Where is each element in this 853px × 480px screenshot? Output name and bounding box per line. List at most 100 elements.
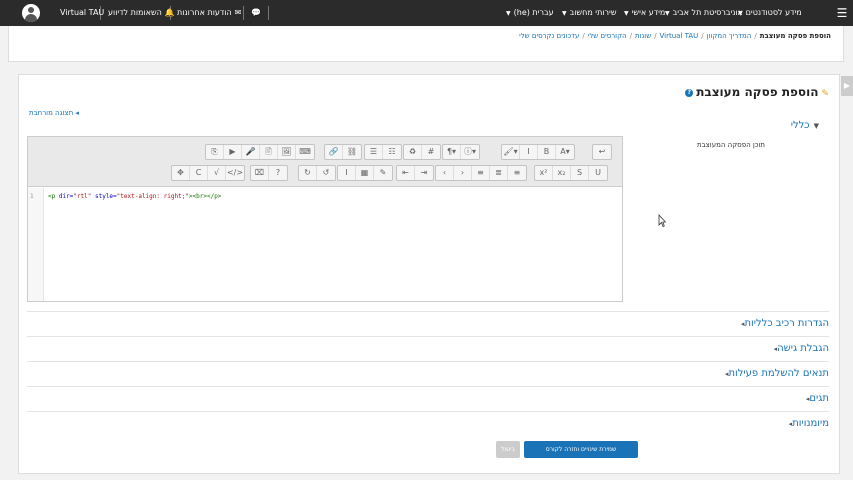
toolbar-button[interactable]: ▶: [224, 145, 242, 159]
chat-icon[interactable]: 💬: [251, 8, 261, 18]
toolbar-button[interactable]: ?: [269, 166, 287, 180]
toolbar-button[interactable]: 🖼: [278, 145, 296, 159]
line-number: 1: [30, 193, 34, 200]
toolbar-button[interactable]: x₂: [553, 166, 571, 180]
user-name[interactable]: Virtual TAU: [60, 8, 104, 17]
toolbar-button[interactable]: x²: [535, 166, 553, 180]
breadcrumb-item[interactable]: עדכונים נקרסים שלי: [519, 32, 579, 40]
html-editor[interactable]: ⎘ ▶ 🎤 🖹 🖼 ⌨ 🔗 ⛓ ☰ ☷ ♻ # ¶▾ ⓘ▾ 🖌▾ I B A▾ ↩ ✥ C √ </> ⌧? ↻ ↺ I ▦ ✎ ⇤ ⇥ ‹ ›…: [27, 136, 623, 302]
help-icon[interactable]: ?: [685, 88, 694, 97]
section-title: הגדרות רכיב כלליות◂: [737, 318, 829, 329]
nav-divider: [268, 6, 269, 20]
toolbar-button[interactable]: I: [338, 166, 356, 180]
breadcrumb-item[interactable]: המדריך המקוון: [707, 32, 752, 40]
toolbar-button[interactable]: ⎘: [206, 145, 224, 159]
toolbar-button[interactable]: ▦: [356, 166, 374, 180]
toolbar-button[interactable]: ⇥: [415, 166, 433, 180]
chevron-down-icon: ▼: [624, 10, 629, 17]
bell-icon: 🔔: [164, 8, 175, 17]
toolbar-button[interactable]: U: [589, 166, 607, 180]
toolbar-button[interactable]: ‹: [436, 166, 454, 180]
expand-all-link[interactable]: תצוגה מורחבת ◂: [29, 109, 79, 117]
save-return-button[interactable]: שמירת שינויים וחזרה לקורס: [524, 441, 638, 458]
toolbar-button[interactable]: 🖌▾: [502, 145, 520, 159]
breadcrumb-item[interactable]: Virtual TAU: [660, 32, 699, 40]
nav-menu-language[interactable]: עברית (he)▼: [506, 8, 554, 19]
messages-link[interactable]: ✉הודעות אחרונות: [177, 8, 241, 18]
toolbar-button[interactable]: ⌧: [251, 166, 269, 180]
nav-menu-language-label: עברית (he): [513, 8, 554, 17]
toolbar-button[interactable]: ↩: [593, 145, 611, 159]
toolbar-button[interactable]: ⛓: [343, 145, 361, 159]
toolbar-button[interactable]: ✥: [172, 166, 190, 180]
section-title: תגים◂: [802, 393, 829, 404]
toolbar-button[interactable]: ≡: [472, 166, 490, 180]
breadcrumb-separator: /: [582, 32, 585, 40]
toolbar-button[interactable]: I: [520, 145, 538, 159]
editor-toolbar: ⎘ ▶ 🎤 🖹 🖼 ⌨ 🔗 ⛓ ☰ ☷ ♻ # ¶▾ ⓘ▾ 🖌▾ I B A▾ ↩ ✥ C √ </> ⌧? ↻ ↺ I ▦ ✎ ⇤ ⇥ ‹ ›…: [28, 137, 622, 187]
section-title: תנאים להשלמת פעילות◂: [721, 368, 829, 379]
toolbar-button[interactable]: </>: [226, 166, 244, 180]
breadcrumb-separator: /: [654, 32, 657, 40]
toolbar-group: ⎘ ▶ 🎤 🖹 🖼 ⌨: [205, 144, 315, 160]
toolbar-button[interactable]: C: [190, 166, 208, 180]
toolbar-button[interactable]: ♻: [404, 145, 422, 159]
toolbar-button[interactable]: 🔗: [325, 145, 343, 159]
toolbar-button[interactable]: 🖹: [260, 145, 278, 159]
toolbar-button[interactable]: ↻: [299, 166, 317, 180]
nav-menu-university[interactable]: אוניברסיטת תל אביב▼: [665, 8, 743, 19]
code-editor-area[interactable]: 1 <p dir="rtl" style="text-align: right;…: [28, 188, 622, 301]
section-general-header[interactable]: ▼כללי: [791, 120, 819, 131]
toolbar-button[interactable]: A▾: [556, 145, 574, 159]
page-title: ✎הוספת פסקה מעוצבת?: [685, 85, 829, 99]
toolbar-button[interactable]: ☰: [365, 145, 383, 159]
section-title: הגבלת גישה◂: [770, 343, 829, 354]
toolbar-button[interactable]: √: [208, 166, 226, 180]
toolbar-button[interactable]: ⌨: [296, 145, 314, 159]
cancel-button[interactable]: ביטול: [496, 441, 520, 458]
toolbar-button[interactable]: ↺: [317, 166, 335, 180]
section-access-restriction[interactable]: הגבלת גישה◂: [27, 336, 829, 360]
toolbar-button[interactable]: S: [571, 166, 589, 180]
page-title-text: הוספת פסקה מעוצבת: [696, 85, 819, 99]
toolbar-button[interactable]: B: [538, 145, 556, 159]
menu-toggle-icon[interactable]: ☰: [836, 6, 848, 20]
toolbar-group: ☰ ☷: [364, 144, 402, 160]
nav-menu-students-label: מידע לסטודנטים: [745, 8, 802, 17]
toolbar-button[interactable]: ⓘ▾: [461, 145, 479, 159]
expand-all-label: תצוגה מורחבת: [29, 109, 74, 117]
code-line[interactable]: <p dir="rtl" style="text-align: right;">…: [48, 193, 221, 200]
nav-menu-students[interactable]: מידע לסטודנטים▼: [738, 8, 802, 19]
toolbar-button[interactable]: ⇤: [397, 166, 415, 180]
toolbar-button[interactable]: ›: [454, 166, 472, 180]
section-competencies[interactable]: מיומנויות◂: [27, 411, 829, 435]
toolbar-button[interactable]: 🎤: [242, 145, 260, 159]
section-tags[interactable]: תגים◂: [27, 386, 829, 410]
toolbar-button[interactable]: ¶▾: [443, 145, 461, 159]
drawer-toggle-icon[interactable]: ▶: [841, 76, 853, 96]
breadcrumb-item[interactable]: שונות: [635, 32, 651, 40]
mouse-cursor-icon: [658, 214, 666, 228]
nav-menu-personal[interactable]: מידע אישי▼: [624, 8, 665, 19]
toolbar-group: 🔗 ⛓: [324, 144, 362, 160]
code-value-dir: "rtl": [73, 193, 92, 200]
section-completion-conditions[interactable]: תנאים להשלמת פעילות◂: [27, 361, 829, 385]
toolbar-button[interactable]: ✎: [374, 166, 392, 180]
line-gutter: 1: [28, 188, 44, 301]
toolbar-button[interactable]: ≣: [490, 166, 508, 180]
section-general-settings[interactable]: הגדרות רכיב כלליות◂: [27, 311, 829, 335]
breadcrumb-item[interactable]: הקורסים שלי: [588, 32, 627, 40]
nav-menu-computing[interactable]: שירותי מחשוב▼: [562, 8, 617, 19]
toolbar-group: ¶▾ ⓘ▾: [442, 144, 480, 160]
section-label: הגדרות רכיב כלליות: [744, 318, 829, 329]
nav-divider: [243, 6, 244, 20]
avatar[interactable]: [22, 4, 40, 22]
chevron-down-icon: ▼: [562, 10, 567, 17]
notifications-link[interactable]: 🔔השאומות לדיווע: [108, 8, 175, 18]
toolbar-button[interactable]: ☷: [383, 145, 401, 159]
messages-label: הודעות אחרונות: [177, 8, 232, 17]
content-field-label: תוכן הפסקה המעוצבת: [696, 141, 765, 149]
toolbar-button[interactable]: ≡: [508, 166, 526, 180]
toolbar-group: I ▦ ✎: [337, 165, 393, 181]
toolbar-button[interactable]: #: [422, 145, 440, 159]
